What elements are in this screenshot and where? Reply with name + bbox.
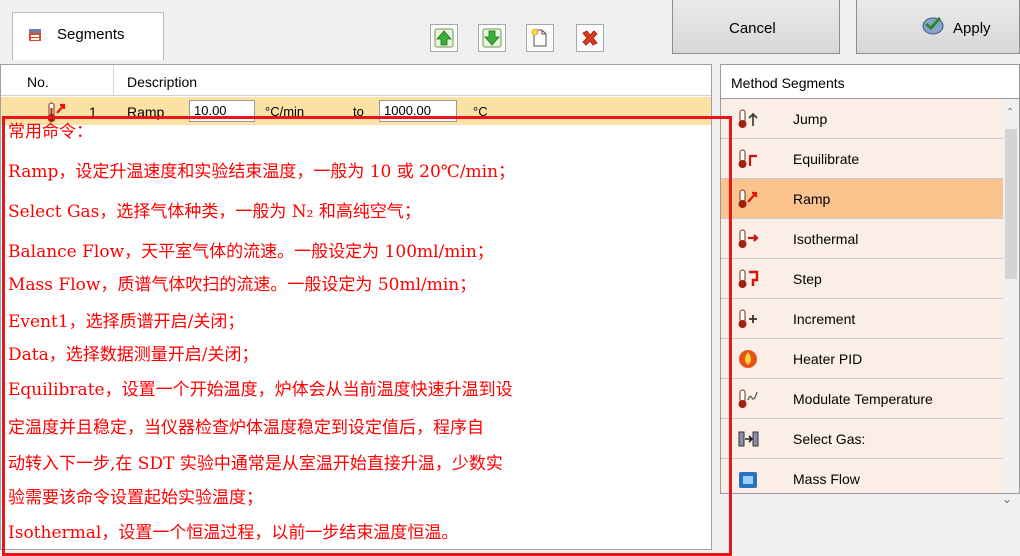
annotation-line: Ramp，设定升温速度和实验结束温度，一般为 10 或 20℃/min； — [8, 162, 516, 182]
scrollbar-thumb[interactable] — [1005, 129, 1017, 279]
method-item-ramp[interactable]: Ramp — [721, 179, 1003, 219]
scroll-up-arrow-icon[interactable]: ⌃ — [1006, 107, 1014, 118]
segments-table: No. Description 1 Ramp 10.00 °C/min to 1… — [0, 64, 712, 550]
isothermal-icon — [737, 228, 761, 250]
annotation-line: Data，选择数据测量开启/关闭； — [8, 345, 259, 365]
method-item-label: Heater PID — [793, 351, 863, 367]
column-divider — [113, 65, 114, 95]
annotation-line: Balance Flow，天平室气体的流速。一般设定为 100ml/min； — [8, 242, 494, 262]
delete-segment-button[interactable] — [576, 24, 604, 52]
column-header-no: No. — [27, 74, 49, 90]
method-segments-title: Method Segments — [721, 65, 1019, 99]
ramp-rate-input[interactable]: 10.00 — [189, 100, 255, 122]
temp-unit: °C — [473, 104, 488, 119]
new-document-icon — [531, 28, 547, 47]
move-up-button[interactable] — [430, 24, 458, 52]
method-item-label: Select Gas: — [793, 431, 866, 447]
method-item-label: Jump — [793, 111, 828, 127]
increment-icon — [737, 308, 761, 330]
new-segment-button[interactable] — [526, 24, 554, 52]
method-item-label: Isothermal — [793, 231, 859, 247]
apply-icon — [921, 14, 945, 39]
column-header-description: Description — [127, 74, 198, 90]
move-down-button[interactable] — [478, 24, 506, 52]
tab-segments[interactable]: Segments — [12, 12, 164, 60]
rate-unit: °C/min — [265, 104, 305, 119]
tab-strip: Segments — [0, 0, 720, 62]
row-number: 1 — [89, 104, 97, 120]
arrow-down-icon — [482, 28, 502, 48]
method-item-label: Increment — [793, 311, 856, 327]
annotation-line: 定温度并且稳定，当仪器检查炉体温度稳定到设定值后，程序自 — [8, 418, 484, 438]
cancel-label: Cancel — [729, 20, 776, 37]
step-icon — [737, 268, 761, 290]
row-type: Ramp — [127, 104, 165, 120]
annotation-line: 动转入下一步,在 SDT 实验中通常是从室温开始直接升温，少数实 — [8, 454, 503, 474]
arrow-up-icon — [434, 28, 454, 48]
method-item-label: Equilibrate — [793, 151, 860, 167]
method-item-label: Modulate Temperature — [793, 391, 933, 407]
mass-flow-icon — [737, 468, 761, 490]
vertical-scrollbar[interactable]: ⌃ — [1003, 99, 1019, 493]
scroll-down-arrow-icon[interactable]: ⌄ — [1002, 492, 1012, 506]
annotation-line: Mass Flow，质谱气体吹扫的流速。一般设定为 50ml/min； — [8, 275, 477, 295]
table-row[interactable]: 1 Ramp 10.00 °C/min to 1000.00 °C — [1, 97, 711, 125]
table-header: No. Description — [1, 65, 711, 96]
gas-switch-icon — [737, 428, 761, 450]
method-item-select-gas[interactable]: Select Gas: — [721, 419, 1003, 459]
method-item-mass-flow[interactable]: Mass Flow — [721, 459, 1003, 493]
method-item-label: Step — [793, 271, 822, 287]
modulate-icon — [737, 388, 761, 410]
apply-label: Apply — [953, 20, 991, 37]
method-item-modulate-temperature[interactable]: Modulate Temperature — [721, 379, 1003, 419]
annotation-line: Equilibrate，设置一个开始温度，炉体会从当前温度快速升温到设 — [8, 380, 513, 400]
method-segments-title-text: Method Segments — [731, 75, 845, 91]
method-item-step[interactable]: Step — [721, 259, 1003, 299]
method-segments-panel: Method Segments Jump Equilibrate Ramp Is… — [720, 64, 1020, 494]
method-item-heater-pid[interactable]: Heater PID — [721, 339, 1003, 379]
end-temperature-input[interactable]: 1000.00 — [379, 100, 457, 122]
method-item-increment[interactable]: Increment — [721, 299, 1003, 339]
method-item-jump[interactable]: Jump — [721, 99, 1003, 139]
jump-icon — [737, 108, 761, 130]
method-item-isothermal[interactable]: Isothermal — [721, 219, 1003, 259]
method-item-label: Mass Flow — [793, 471, 860, 487]
apply-button[interactable]: Apply — [856, 0, 1020, 54]
annotation-line: Select Gas，选择气体种类，一般为 N₂ 和高纯空气； — [8, 202, 421, 222]
cancel-button[interactable]: Cancel — [672, 0, 840, 54]
annotation-line: 验需要该命令设置起始实验温度； — [8, 488, 263, 508]
equilibrate-icon — [737, 148, 761, 170]
tab-label: Segments — [57, 26, 125, 43]
annotation-line: Isothermal，设置一个恒温过程，以前一步结束温度恒温。 — [8, 523, 459, 543]
method-item-equilibrate[interactable]: Equilibrate — [721, 139, 1003, 179]
annotation-line: Event1，选择质谱开启/关闭； — [8, 312, 245, 332]
method-item-label: Ramp — [793, 191, 831, 207]
annotation-line: 常用命令： — [8, 122, 93, 142]
delete-x-icon — [582, 30, 598, 46]
segments-icon — [27, 27, 43, 43]
ramp-icon — [737, 188, 761, 210]
flame-icon — [737, 348, 761, 370]
to-label: to — [353, 104, 364, 119]
